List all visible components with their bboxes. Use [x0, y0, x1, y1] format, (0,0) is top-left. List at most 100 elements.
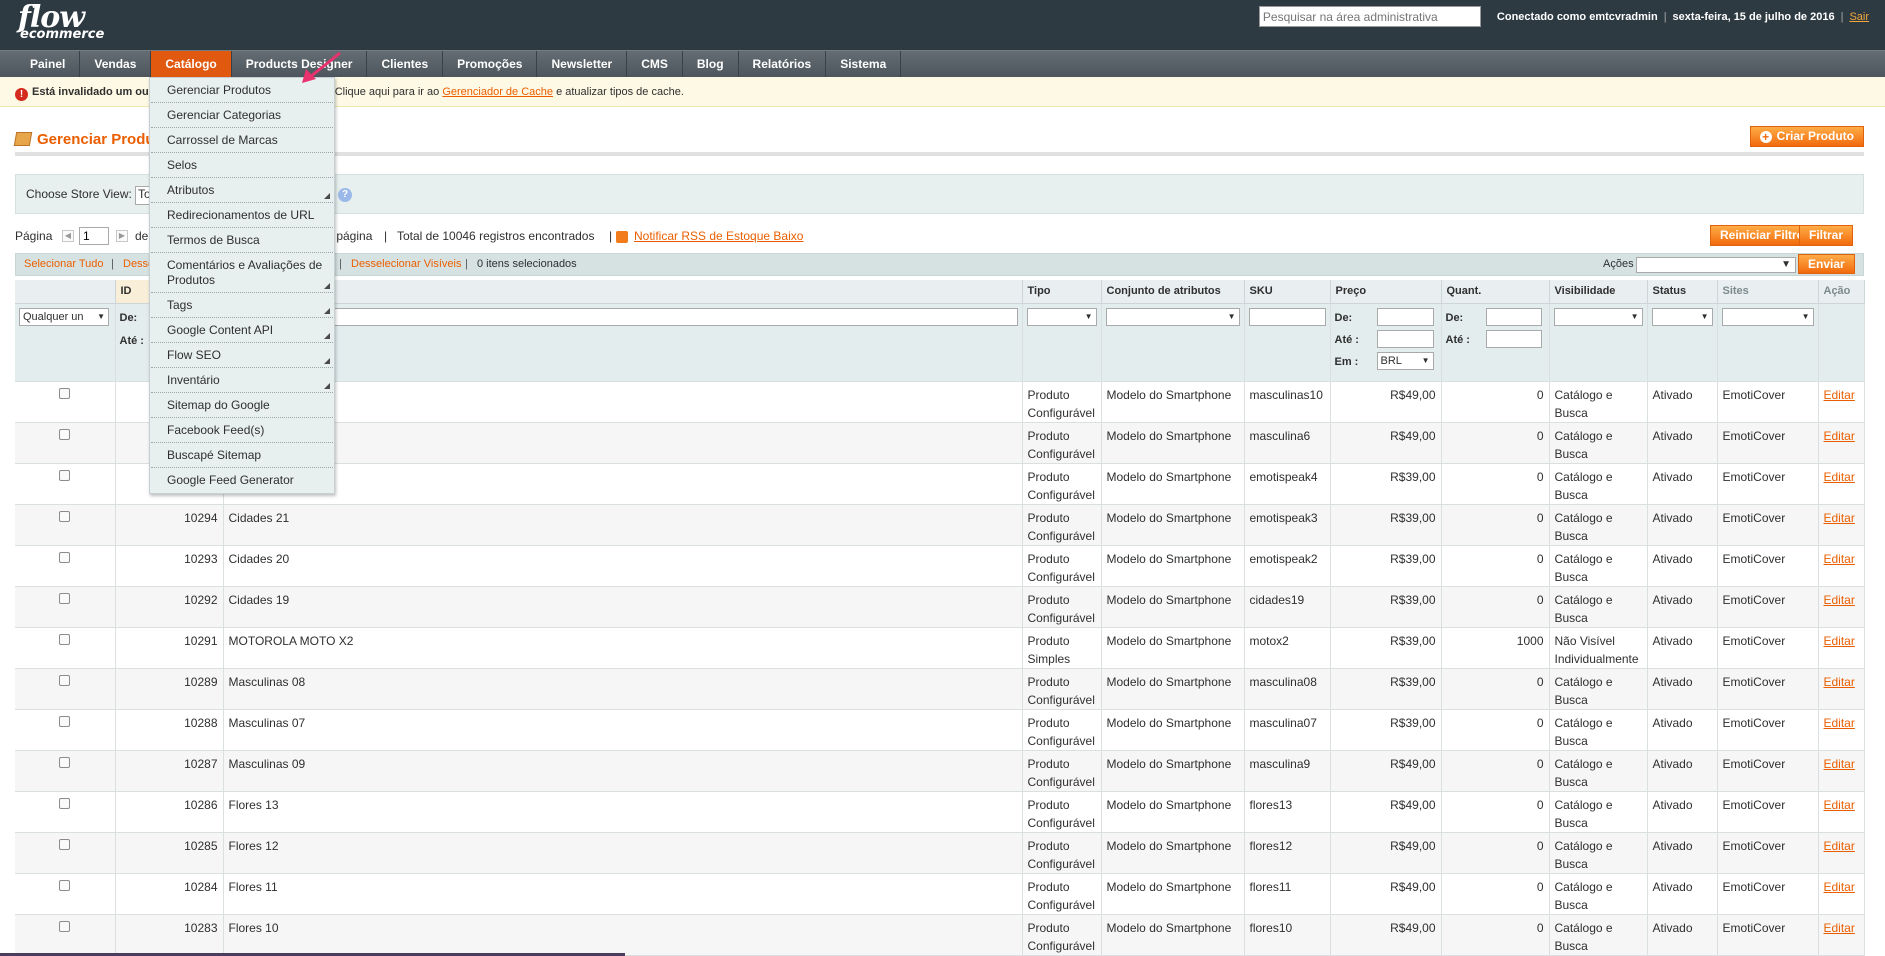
- catalog-menu-item-10[interactable]: Flow SEO: [151, 343, 333, 368]
- filter-button[interactable]: Filtrar: [1799, 225, 1854, 246]
- catalog-menu-item-7[interactable]: Comentários e Avaliações de Produtos: [151, 253, 333, 293]
- next-page-icon[interactable]: ▶: [116, 230, 128, 242]
- nav-item-2[interactable]: Catálogo: [151, 51, 232, 77]
- actions-select[interactable]: ▼: [1636, 257, 1796, 273]
- col-header-price[interactable]: Preço: [1330, 280, 1442, 304]
- edit-link[interactable]: Editar: [1824, 634, 1855, 648]
- type-filter-select[interactable]: [1026, 307, 1097, 326]
- status-filter-select[interactable]: [1651, 307, 1713, 326]
- nav-item-7[interactable]: CMS: [627, 51, 683, 77]
- col-header-sku[interactable]: SKU: [1244, 280, 1331, 304]
- catalog-menu-item-15[interactable]: Google Feed Generator: [151, 468, 333, 492]
- deselect-visible-link[interactable]: Desselecionar Visíveis: [351, 254, 461, 275]
- col-header-name[interactable]: [223, 280, 1023, 304]
- catalog-menu-item-13[interactable]: Facebook Feed(s): [151, 418, 333, 443]
- catalog-menu-item-11[interactable]: Inventário: [151, 368, 333, 393]
- edit-link[interactable]: Editar: [1824, 880, 1855, 894]
- row-checkbox[interactable]: [59, 920, 71, 932]
- price-to-input[interactable]: [1376, 329, 1434, 348]
- catalog-menu-item-9[interactable]: Google Content API: [151, 318, 333, 343]
- edit-link[interactable]: Editar: [1824, 798, 1855, 812]
- submit-action-button[interactable]: Enviar: [1798, 254, 1855, 274]
- prev-page-icon[interactable]: ◀: [62, 230, 74, 242]
- edit-link[interactable]: Editar: [1824, 716, 1855, 730]
- nav-item-9[interactable]: Relatórios: [739, 51, 827, 77]
- nav-item-5[interactable]: Promoções: [443, 51, 538, 77]
- row-checkbox[interactable]: [59, 469, 71, 481]
- table-row[interactable]: 10283 Flores 10 Produto Configurável Modelo…: [15, 914, 1865, 956]
- table-row[interactable]: 10286 Flores 13 Produto Configurável Modelo…: [15, 791, 1865, 833]
- currency-select[interactable]: BRL: [1376, 351, 1434, 370]
- catalog-menu-item-6[interactable]: Termos de Busca: [151, 228, 333, 253]
- qty-from-input[interactable]: [1485, 307, 1542, 326]
- row-checkbox[interactable]: [59, 387, 71, 399]
- nav-item-0[interactable]: Painel: [16, 51, 81, 77]
- catalog-menu-item-14[interactable]: Buscapé Sitemap: [151, 443, 333, 468]
- table-row[interactable]: 10289 Masculinas 08 Produto Configurável Mo…: [15, 668, 1865, 710]
- col-header-attr-set[interactable]: Conjunto de atributos: [1101, 280, 1245, 304]
- nav-item-6[interactable]: Newsletter: [537, 51, 628, 77]
- edit-link[interactable]: Editar: [1824, 921, 1855, 935]
- row-checkbox[interactable]: [59, 756, 71, 768]
- catalog-menu-item-8[interactable]: Tags: [151, 293, 333, 318]
- row-checkbox[interactable]: [59, 510, 71, 522]
- table-row[interactable]: 10284 Flores 11 Produto Configurável Modelo…: [15, 873, 1865, 915]
- edit-link[interactable]: Editar: [1824, 757, 1855, 771]
- row-checkbox[interactable]: [59, 674, 71, 686]
- nav-item-8[interactable]: Blog: [683, 51, 739, 77]
- page-number-input[interactable]: [79, 227, 109, 245]
- sites-filter-select[interactable]: [1721, 307, 1814, 326]
- table-row[interactable]: 10285 Flores 12 Produto Configurável Modelo…: [15, 832, 1865, 874]
- row-checkbox[interactable]: [59, 715, 71, 727]
- create-product-button[interactable]: + Criar Produto: [1749, 126, 1864, 147]
- edit-link[interactable]: Editar: [1824, 593, 1855, 607]
- flow-logo[interactable]: flow ecommerce: [18, 3, 104, 42]
- catalog-menu-item-3[interactable]: Selos: [151, 153, 333, 178]
- price-from-input[interactable]: [1376, 307, 1434, 326]
- edit-link[interactable]: Editar: [1824, 839, 1855, 853]
- col-header-visibility[interactable]: Visibilidade: [1549, 280, 1648, 304]
- visibility-filter-select[interactable]: [1553, 307, 1643, 326]
- row-checkbox[interactable]: [59, 633, 71, 645]
- logout-link[interactable]: Sair: [1849, 11, 1869, 23]
- row-checkbox[interactable]: [59, 838, 71, 850]
- edit-link[interactable]: Editar: [1824, 388, 1855, 402]
- nav-item-4[interactable]: Clientes: [367, 51, 444, 77]
- table-row[interactable]: 10291 MOTOROLA MOTO X2 Produto Simples Mode…: [15, 627, 1865, 669]
- edit-link[interactable]: Editar: [1824, 470, 1855, 484]
- table-row[interactable]: 10288 Masculinas 07 Produto Configurável Mo…: [15, 709, 1865, 751]
- qty-to-input[interactable]: [1485, 329, 1542, 348]
- col-header-type[interactable]: Tipo: [1022, 280, 1102, 304]
- table-row[interactable]: 10292 Cidades 19 Produto Configurável Model…: [15, 586, 1865, 628]
- catalog-menu-item-5[interactable]: Redirecionamentos de URL: [151, 203, 333, 228]
- col-header-sites[interactable]: Sites: [1717, 280, 1819, 304]
- help-icon[interactable]: ?: [338, 188, 352, 202]
- table-row[interactable]: 10287 Masculinas 09 Produto Configurável Mo…: [15, 750, 1865, 792]
- edit-link[interactable]: Editar: [1824, 511, 1855, 525]
- attr-set-filter-select[interactable]: [1105, 307, 1240, 326]
- table-row[interactable]: 10294 Cidades 21 Produto Configurável Model…: [15, 504, 1865, 546]
- catalog-menu-item-1[interactable]: Gerenciar Categorias: [151, 103, 333, 128]
- row-checkbox[interactable]: [59, 551, 71, 563]
- col-header-status[interactable]: Status: [1647, 280, 1718, 304]
- row-checkbox[interactable]: [59, 797, 71, 809]
- select-all-link[interactable]: Selecionar Tudo: [24, 254, 104, 275]
- name-filter-input[interactable]: [227, 307, 1018, 326]
- row-checkbox[interactable]: [59, 428, 71, 440]
- catalog-menu-item-2[interactable]: Carrossel de Marcas: [151, 128, 333, 153]
- table-row[interactable]: 10293 Cidades 20 Produto Configurável Model…: [15, 545, 1865, 587]
- edit-link[interactable]: Editar: [1824, 429, 1855, 443]
- nav-item-1[interactable]: Vendas: [80, 51, 152, 77]
- edit-link[interactable]: Editar: [1824, 552, 1855, 566]
- row-checkbox[interactable]: [59, 879, 71, 891]
- nav-item-10[interactable]: Sistema: [826, 51, 902, 77]
- catalog-menu-item-4[interactable]: Atributos: [151, 178, 333, 203]
- massaction-filter-select[interactable]: Qualquer un: [19, 307, 109, 326]
- sku-filter-input[interactable]: [1248, 307, 1326, 326]
- edit-link[interactable]: Editar: [1824, 675, 1855, 689]
- rss-low-stock-link[interactable]: Notificar RSS de Estoque Baixo: [634, 226, 803, 246]
- row-checkbox[interactable]: [59, 592, 71, 604]
- cache-manager-link[interactable]: Gerenciador de Cache: [442, 86, 553, 98]
- catalog-menu-item-12[interactable]: Sitemap do Google: [151, 393, 333, 418]
- col-header-qty[interactable]: Quant.: [1441, 280, 1550, 304]
